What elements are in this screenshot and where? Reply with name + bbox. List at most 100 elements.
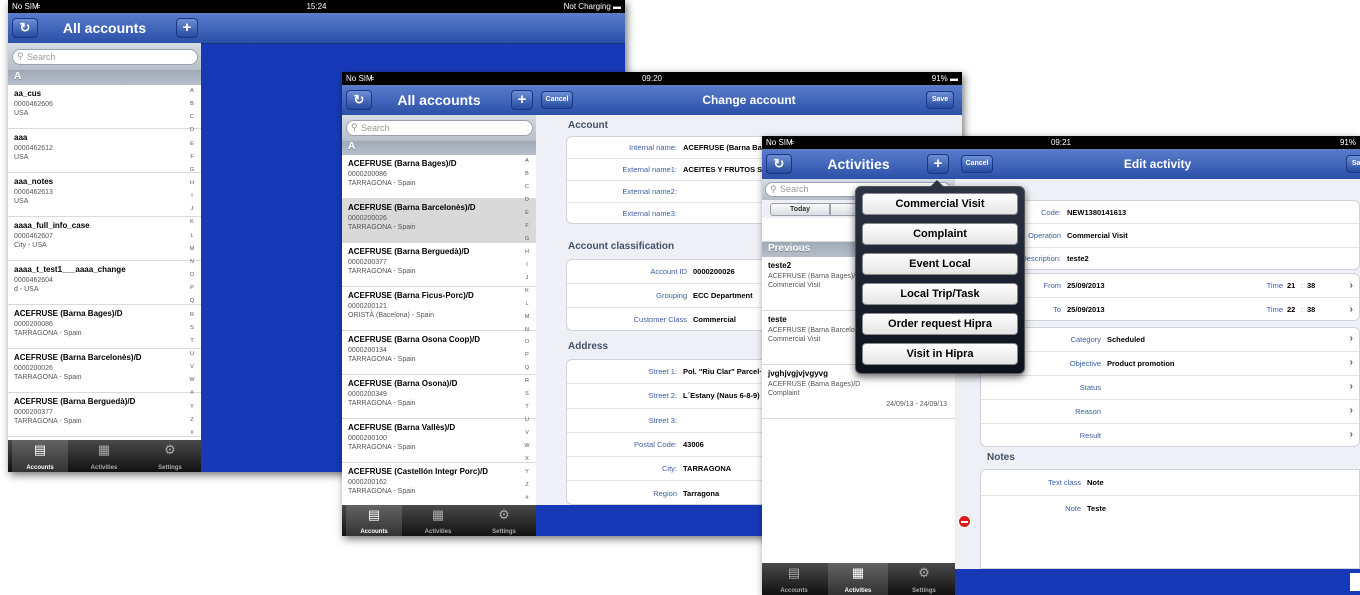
list-item[interactable]: aa_cus 0000462606 USA	[8, 85, 201, 129]
add-button[interactable]: +	[511, 90, 533, 110]
index-letter[interactable]: Z	[519, 479, 535, 492]
note-row[interactable]: Note Teste	[981, 496, 1359, 570]
tab-activities[interactable]: ▦ Activities	[408, 505, 468, 536]
list-item[interactable]: aaaa_t_test1___aaaa_change 0000462604 d - …	[8, 261, 201, 305]
index-letter[interactable]: I	[519, 259, 535, 272]
index-letter[interactable]: Q	[519, 362, 535, 375]
list-item[interactable]: ACEFRUSE (Barna Osona Coop)/D 0000200134 T…	[342, 331, 536, 375]
index-letter[interactable]: N	[184, 256, 200, 269]
popover-option[interactable]: Commercial Visit	[862, 193, 1018, 215]
index-letter[interactable]: K	[184, 216, 200, 229]
list-item[interactable]: ACEFRUSE (Barna Osona)/D 0000200349 TARRAG…	[342, 375, 536, 419]
index-letter[interactable]: Y	[519, 466, 535, 479]
from-row[interactable]: From 25/09/2013 Time 21 : 38 ›	[981, 274, 1359, 298]
form-row[interactable]: Description: teste2	[981, 248, 1359, 271]
form-row[interactable]: Code: NEW1380141613	[981, 201, 1359, 225]
index-letter[interactable]: U	[519, 414, 535, 427]
index-letter[interactable]: F	[184, 151, 200, 164]
index-letter[interactable]: Z	[184, 414, 200, 427]
tab-accounts[interactable]: ▤ Accounts	[346, 505, 402, 536]
popover-option[interactable]: Event Local	[862, 253, 1018, 275]
index-letter[interactable]: V	[519, 427, 535, 440]
index-letter[interactable]: R	[184, 309, 200, 322]
index-letter[interactable]: #	[184, 427, 200, 440]
index-letter[interactable]: I	[184, 190, 200, 203]
add-activity-button[interactable]: +	[927, 154, 949, 174]
index-letter[interactable]: P	[184, 282, 200, 295]
index-letter[interactable]: M	[519, 311, 535, 324]
segment-today[interactable]: Today	[770, 203, 830, 216]
list-item[interactable]: ACEFRUSE (Barna Berguedà)/D 0000200377 TAR…	[342, 243, 536, 287]
index-letter[interactable]: T	[519, 401, 535, 414]
index-letter[interactable]: H	[184, 177, 200, 190]
section-index[interactable]: A B C D E F G H I J K L M N O P Q R S T U V W X Y Z #	[519, 155, 535, 505]
form-row[interactable]: Result ›	[981, 424, 1359, 448]
popover-option[interactable]: Order request Hipra	[862, 313, 1018, 335]
form-row[interactable]: Objective Product promotion ›	[981, 352, 1359, 376]
index-letter[interactable]: T	[184, 335, 200, 348]
index-letter[interactable]: Q	[184, 295, 200, 308]
list-item[interactable]: ACEFRUSE (Castellón Integr Porc)/D 000020…	[342, 463, 536, 505]
index-letter[interactable]: #	[519, 492, 535, 505]
tab-settings[interactable]: ⚙ Settings	[140, 440, 200, 472]
popover-option[interactable]: Local Trip/Task	[862, 283, 1018, 305]
form-row[interactable]: Category Scheduled ›	[981, 328, 1359, 352]
index-letter[interactable]: A	[184, 85, 200, 98]
index-letter[interactable]: A	[519, 155, 535, 168]
index-letter[interactable]: D	[184, 124, 200, 137]
list-item[interactable]: ACEFRUSE (Barna Barcelonès)/D 0000200026 T…	[8, 349, 201, 393]
popover-option[interactable]: Visit in Hipra	[862, 343, 1018, 365]
section-index[interactable]: A B C D E F G H I J K L M N O P Q R S T U V W X Y Z #	[184, 85, 200, 440]
tab-accounts[interactable]: ▤ Accounts	[12, 440, 68, 472]
index-letter[interactable]: V	[184, 361, 200, 374]
index-letter[interactable]: U	[184, 348, 200, 361]
index-letter[interactable]: S	[184, 322, 200, 335]
tab-activities[interactable]: ▦ Activities	[74, 440, 134, 472]
index-letter[interactable]: W	[184, 374, 200, 387]
list-item[interactable]: ACEFRUSE (Barna Bages)/D 0000200086 TARRAG…	[8, 305, 201, 349]
index-letter[interactable]: M	[184, 243, 200, 256]
search-input[interactable]: ⚲ Search	[346, 120, 533, 136]
index-letter[interactable]: Y	[184, 401, 200, 414]
form-row[interactable]: Operation Commercial Visit	[981, 224, 1359, 248]
index-letter[interactable]: L	[184, 230, 200, 243]
index-letter[interactable]: G	[519, 233, 535, 246]
index-letter[interactable]: S	[519, 388, 535, 401]
tab-accounts[interactable]: ▤ Accounts	[766, 563, 822, 595]
index-letter[interactable]: W	[519, 440, 535, 453]
search-input[interactable]: ⚲ Search	[12, 49, 198, 65]
list-item[interactable]: ACEFRUSE (Barna Vallès)/D 0000200100 TARRA…	[342, 419, 536, 463]
index-letter[interactable]: J	[184, 203, 200, 216]
text-class-row[interactable]: Text class Note	[981, 470, 1359, 496]
save-button[interactable]: Save	[1346, 155, 1360, 173]
list-item[interactable]: ACEFRUSE (Barna Ficus-Porc)/D 0000200121 O…	[342, 287, 536, 331]
index-letter[interactable]: R	[519, 375, 535, 388]
index-letter[interactable]: H	[519, 246, 535, 259]
list-item[interactable]: ACEFRUSE (Barna Barcelonès)/D 0000200026 T…	[342, 199, 536, 243]
index-letter[interactable]: B	[519, 168, 535, 181]
index-letter[interactable]: G	[184, 164, 200, 177]
index-letter[interactable]: N	[519, 324, 535, 337]
index-letter[interactable]: X	[519, 453, 535, 466]
list-item[interactable]: ACEFRUSE (Barna Bages)/D 0000200086 TARRAG…	[342, 155, 536, 199]
index-letter[interactable]: O	[184, 269, 200, 282]
delete-note-icon[interactable]	[959, 516, 970, 527]
index-letter[interactable]: L	[519, 298, 535, 311]
form-row[interactable]: Status ›	[981, 376, 1359, 400]
popover-option[interactable]: Complaint	[862, 223, 1018, 245]
index-letter[interactable]: X	[184, 387, 200, 400]
list-item[interactable]: aaa_notes 0000462613 USA	[8, 173, 201, 217]
index-letter[interactable]: K	[519, 285, 535, 298]
index-letter[interactable]: B	[184, 98, 200, 111]
tab-activities[interactable]: ▦ Activities	[828, 563, 888, 595]
index-letter[interactable]: C	[184, 111, 200, 124]
index-letter[interactable]: E	[184, 138, 200, 151]
to-row[interactable]: To 25/09/2013 Time 22 : 38 ›	[981, 298, 1359, 322]
index-letter[interactable]: J	[519, 272, 535, 285]
save-button[interactable]: Save	[926, 91, 954, 109]
index-letter[interactable]: C	[519, 181, 535, 194]
index-letter[interactable]: P	[519, 349, 535, 362]
index-letter[interactable]: E	[519, 207, 535, 220]
tab-settings[interactable]: ⚙ Settings	[894, 563, 954, 595]
form-row[interactable]: Reason ›	[981, 400, 1359, 424]
